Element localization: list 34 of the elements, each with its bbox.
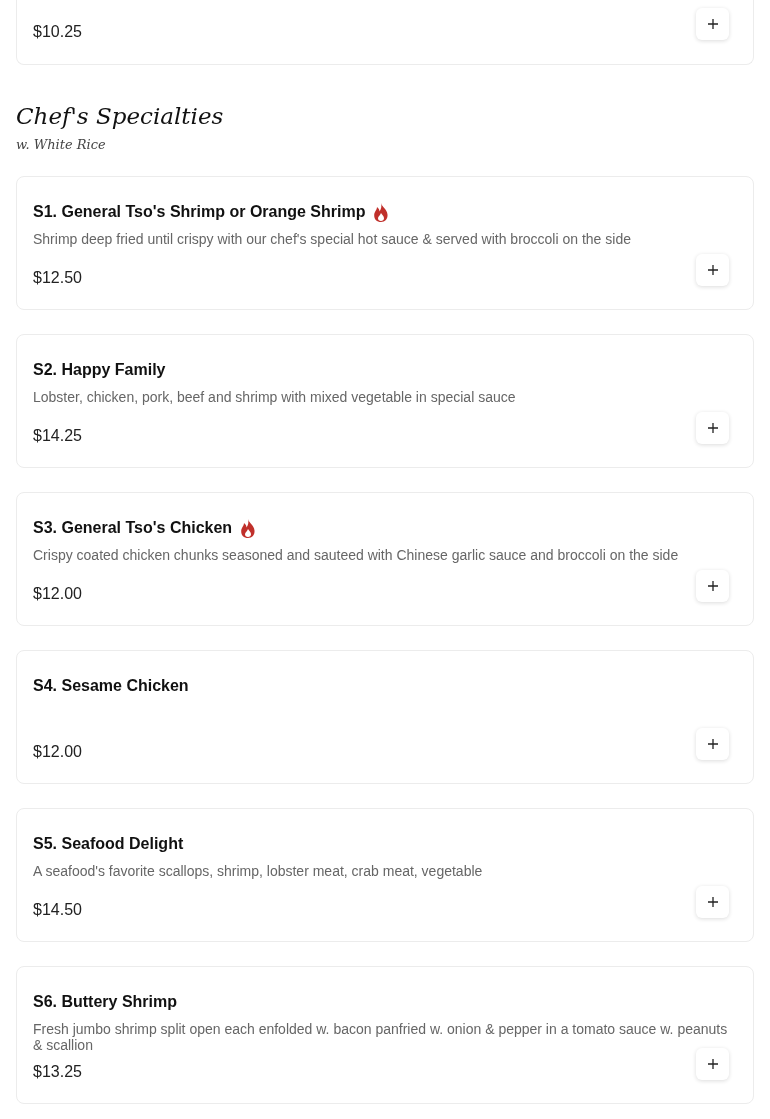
item-price: $12.50 — [33, 269, 82, 287]
item-price: $12.00 — [33, 585, 82, 603]
item-price: $14.50 — [33, 901, 82, 919]
item-description: Crispy coated chicken chunks seasoned and sauteed with Chinese garlic sauce and broccoli on the side — [33, 547, 680, 563]
item-price: $12.00 — [33, 743, 82, 761]
plus-icon — [707, 897, 718, 907]
item-price: $14.25 — [33, 427, 82, 445]
plus-icon — [707, 18, 718, 29]
item-description: Fresh jumbo shrimp split open each enfolded w. bacon panfried w. onion & pepper in a tomato sauce w. peanuts & scallion — [33, 1021, 729, 1053]
add-button[interactable] — [696, 728, 729, 760]
item-description: Shrimp deep fried until crispy with our chef's special hot sauce & served with broccoli on the side — [33, 231, 632, 247]
plus-icon — [707, 581, 718, 591]
item-name: S2. Happy Family — [33, 361, 166, 379]
item-name: S5. Seafood Delight — [33, 835, 184, 853]
item-name: S6. Buttery Shrimp — [33, 993, 178, 1011]
plus-icon — [707, 265, 718, 275]
add-button[interactable] — [696, 7, 729, 40]
item-name: S4. Sesame Chicken — [33, 677, 189, 695]
section-title: Chef's Specialties — [16, 103, 225, 129]
item-name: S1. General Tso's Shrimp or Orange Shrimp — [33, 203, 366, 221]
item-description: A seafood's favorite scallops, shrimp, lobster meat, crab meat, vegetable — [33, 863, 484, 879]
add-button[interactable] — [696, 254, 729, 286]
plus-icon — [707, 423, 718, 433]
plus-icon — [707, 1059, 718, 1069]
add-button[interactable] — [696, 412, 729, 444]
add-button[interactable] — [696, 886, 729, 918]
item-price: $13.25 — [33, 1063, 82, 1081]
item-description: Lobster, chicken, pork, beef and shrimp with mixed vegetable in special sauce — [33, 389, 517, 405]
add-button[interactable] — [696, 1048, 729, 1080]
section-subtitle: w. White Rice — [16, 137, 107, 152]
add-button[interactable] — [696, 570, 729, 602]
item-price: $10.25 — [33, 22, 82, 41]
item-name: S3. General Tso's Chicken — [33, 519, 233, 537]
plus-icon — [707, 739, 718, 749]
